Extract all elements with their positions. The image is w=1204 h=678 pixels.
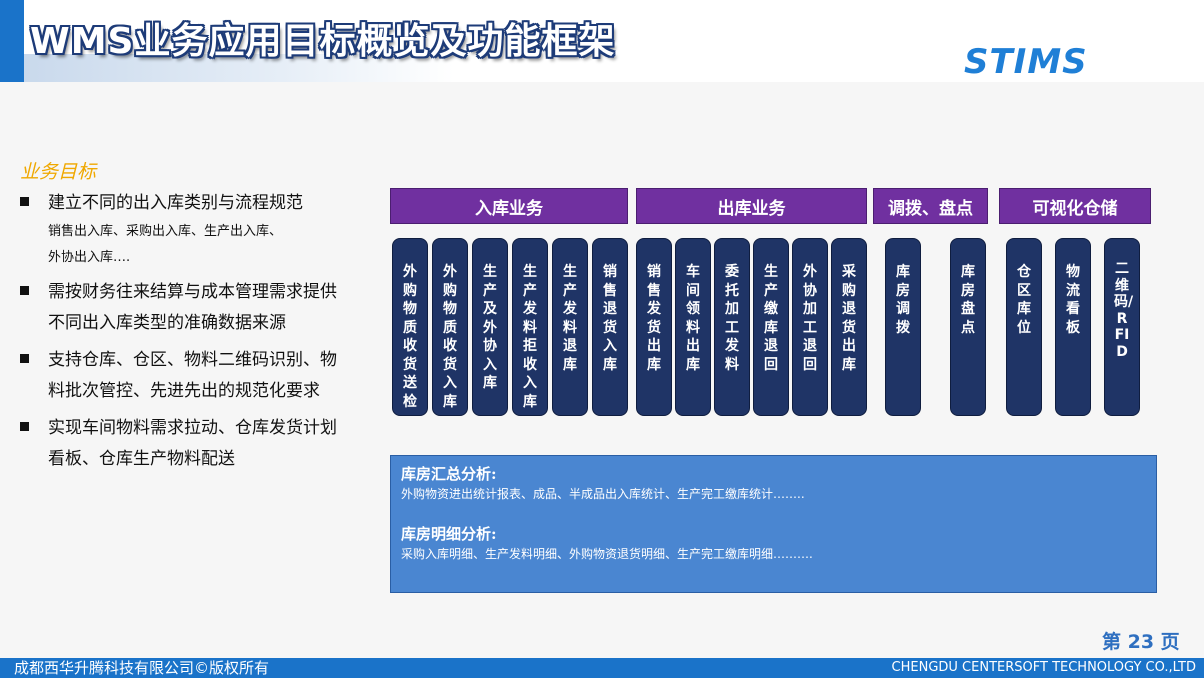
module-label: 仓区库位 xyxy=(1017,264,1031,336)
module-label: 生产及外协入库 xyxy=(483,264,497,391)
module-pill: 生产发料拒收入库 xyxy=(512,238,548,416)
goal-subtext-cont: 外协出入库…. xyxy=(48,250,131,265)
module-pill: 库房盘点 xyxy=(950,238,986,416)
module-pill: 生产及外协入库 xyxy=(472,238,508,416)
module-pill: 仓区库位 xyxy=(1006,238,1042,416)
page-number: 第 23 页 xyxy=(1102,631,1180,653)
goal-subtext: 销售出入库、采购出入库、生产出入库、 xyxy=(48,224,283,239)
module-pill: 二维码/RFID xyxy=(1104,238,1140,416)
detail-analysis-title: 库房明细分析: xyxy=(401,525,497,543)
goals-title: 业务目标 xyxy=(20,161,97,183)
module-label: 外协加工退回 xyxy=(803,264,817,373)
module-pill: 销售退货入库 xyxy=(592,238,628,416)
module-label: 采购退货出库 xyxy=(842,264,856,373)
module-label: 二维码/RFID xyxy=(1114,261,1134,360)
module-label: 外购物质收货送检 xyxy=(403,264,417,410)
module-label: 生产发料拒收入库 xyxy=(523,264,537,410)
module-label: 生产发料退库 xyxy=(563,264,577,373)
module-label: 销售退货入库 xyxy=(603,264,617,373)
category-transfer: 调拨、盘点 xyxy=(873,188,988,224)
goal-item: 实现车间物料需求拉动、仓库发货计划看板、仓库生产物料配送 xyxy=(18,413,338,475)
footer-company-name: CHENGDU CENTERSOFT TECHNOLOGY CO.,LTD xyxy=(891,660,1196,675)
bullet-icon xyxy=(20,197,29,206)
bullet-icon xyxy=(20,286,29,295)
goal-text: 建立不同的出入库类别与流程规范 xyxy=(48,193,303,213)
module-pill: 车间领料出库 xyxy=(675,238,711,416)
bullet-icon xyxy=(20,354,29,363)
summary-analysis-text: 外购物资进出统计报表、成品、半成品出入库统计、生产完工缴库统计…….. xyxy=(401,487,805,501)
slide-title: WMS业务应用目标概览及功能框架 xyxy=(30,21,616,62)
goal-item: 需按财务往来结算与成本管理需求提供不同出入库类型的准确数据来源 xyxy=(18,277,338,339)
goals-list: 建立不同的出入库类别与流程规范 销售出入库、采购出入库、生产出入库、 外协出入库… xyxy=(18,188,338,481)
module-label: 销售发货出库 xyxy=(647,264,661,373)
goal-item: 支持仓库、仓区、物料二维码识别、物料批次管控、先进先出的规范化要求 xyxy=(18,345,338,407)
goal-text: 需按财务往来结算与成本管理需求提供不同出入库类型的准确数据来源 xyxy=(48,282,337,333)
module-pill: 外协加工退回 xyxy=(792,238,828,416)
header-accent-bar xyxy=(0,0,24,82)
module-pill: 采购退货出库 xyxy=(831,238,867,416)
module-pill: 生产缴库退回 xyxy=(753,238,789,416)
goal-item: 建立不同的出入库类别与流程规范 销售出入库、采购出入库、生产出入库、 外协出入库… xyxy=(18,188,338,271)
category-visual: 可视化仓储 xyxy=(999,188,1151,224)
module-pill: 外购物质收货入库 xyxy=(432,238,468,416)
category-outbound: 出库业务 xyxy=(636,188,867,224)
module-pill: 库房调拨 xyxy=(885,238,921,416)
footer-copyright: 成都西华升腾科技有限公司©版权所有 xyxy=(14,659,270,677)
slide-header: WMS业务应用目标概览及功能框架 STIMS xyxy=(0,0,1204,82)
module-label: 库房调拨 xyxy=(896,264,910,336)
analysis-panel: 库房汇总分析: 外购物资进出统计报表、成品、半成品出入库统计、生产完工缴库统计…… xyxy=(390,455,1157,593)
module-pill: 委托加工发料 xyxy=(714,238,750,416)
module-label: 外购物质收货入库 xyxy=(443,264,457,410)
module-label: 物流看板 xyxy=(1066,264,1080,336)
goal-text: 支持仓库、仓区、物料二维码识别、物料批次管控、先进先出的规范化要求 xyxy=(48,350,337,401)
module-pill: 外购物质收货送检 xyxy=(392,238,428,416)
module-pill: 销售发货出库 xyxy=(636,238,672,416)
module-label: 生产缴库退回 xyxy=(764,264,778,373)
detail-analysis-text: 采购入库明细、生产发料明细、外购物资退货明细、生产完工缴库明细………. xyxy=(401,547,813,561)
bullet-icon xyxy=(20,422,29,431)
module-pill: 生产发料退库 xyxy=(552,238,588,416)
company-logo: STIMS xyxy=(964,42,1088,82)
category-inbound: 入库业务 xyxy=(390,188,628,224)
module-pill: 物流看板 xyxy=(1055,238,1091,416)
module-label: 库房盘点 xyxy=(961,264,975,336)
goal-text: 实现车间物料需求拉动、仓库发货计划看板、仓库生产物料配送 xyxy=(48,418,337,469)
slide-footer: 成都西华升腾科技有限公司©版权所有 CHENGDU CENTERSOFT TEC… xyxy=(0,658,1204,678)
module-label: 委托加工发料 xyxy=(725,264,739,373)
summary-analysis-title: 库房汇总分析: xyxy=(401,465,497,483)
module-label: 车间领料出库 xyxy=(686,264,700,373)
